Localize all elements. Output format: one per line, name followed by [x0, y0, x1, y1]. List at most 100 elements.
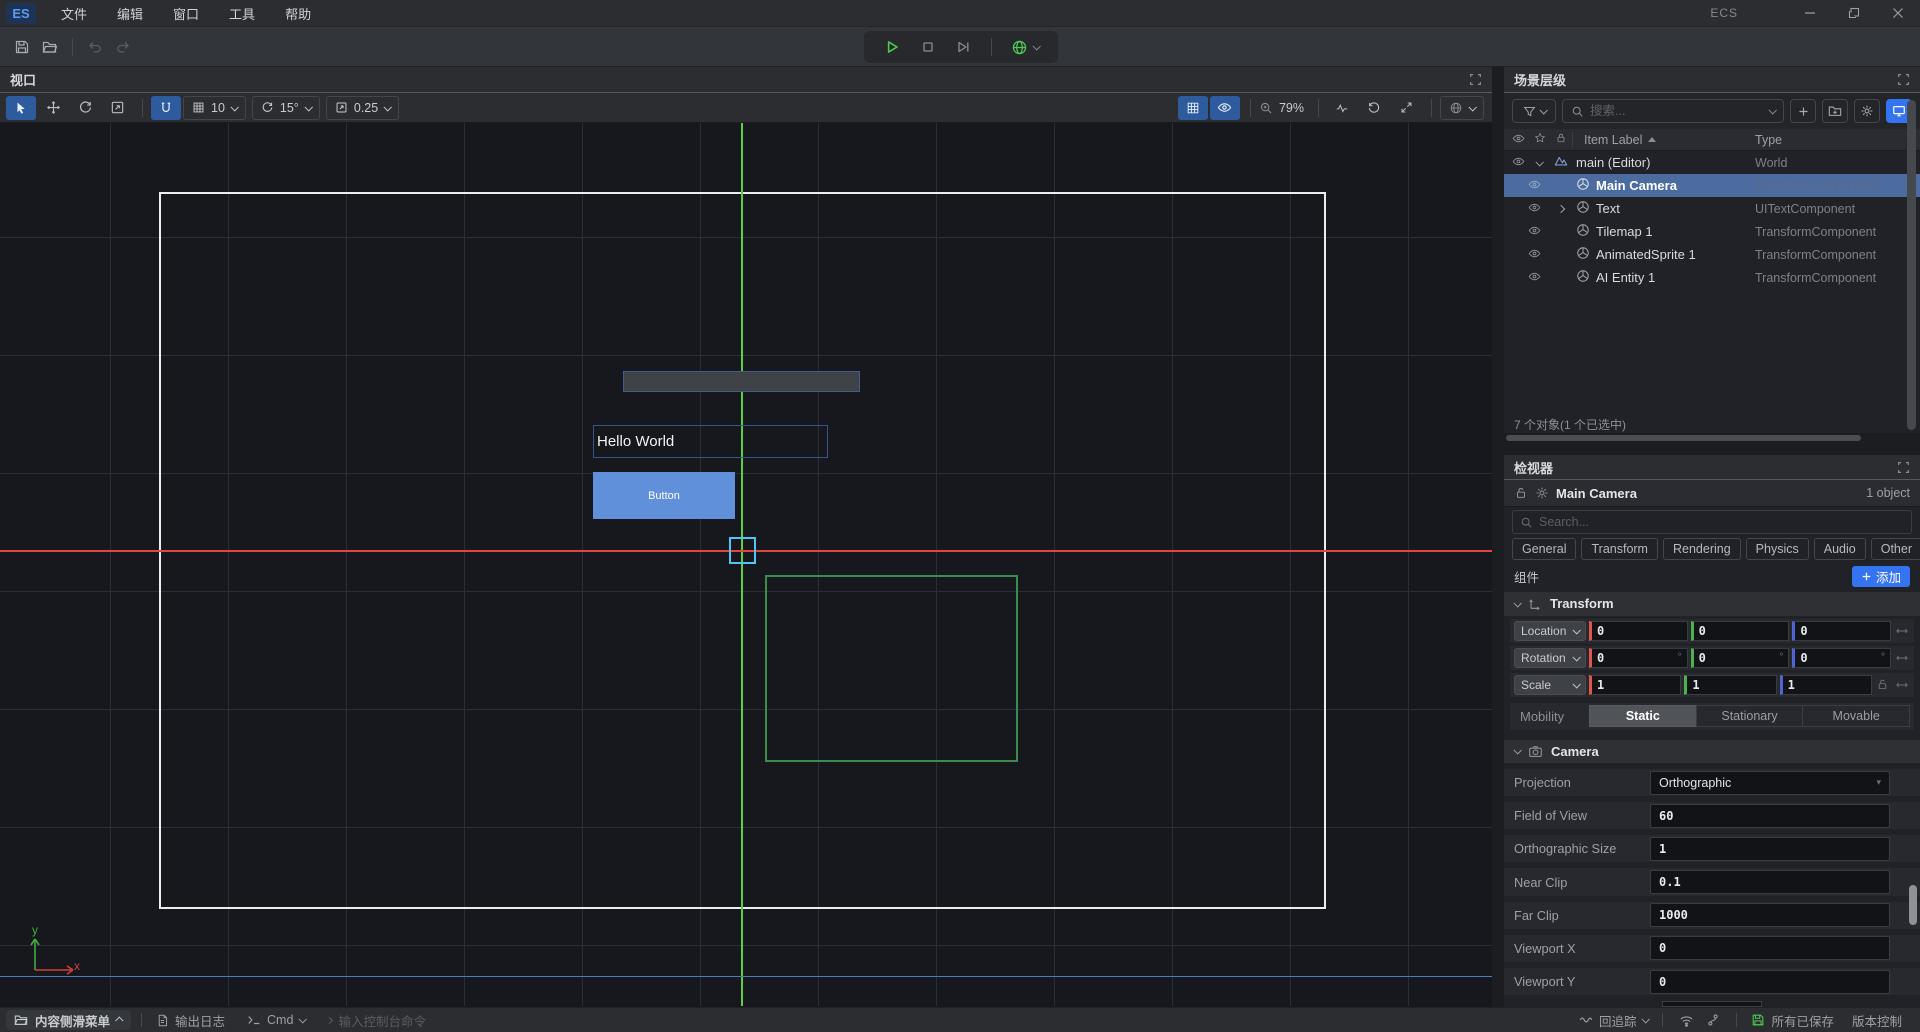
tree-row-ai-entity[interactable]: AI Entity 1 TransformComponent: [1504, 266, 1920, 289]
tree-row-main[interactable]: main (Editor) World: [1504, 151, 1920, 174]
viewport-y-input[interactable]: 0: [1650, 970, 1890, 994]
tree-row-tilemap[interactable]: Tilemap 1 TransformComponent: [1504, 220, 1920, 243]
gear-icon[interactable]: [1535, 486, 1549, 500]
scale-x-input[interactable]: 1: [1589, 675, 1681, 695]
inspector-search-input[interactable]: [1539, 515, 1904, 529]
projection-select[interactable]: Orthographic▾: [1650, 771, 1890, 795]
hierarchy-search[interactable]: [1562, 99, 1784, 123]
eye-icon[interactable]: [1528, 224, 1541, 240]
eye-icon[interactable]: [1528, 247, 1541, 263]
stop-icon[interactable]: [920, 39, 936, 55]
snap-toggle-button[interactable]: [151, 96, 181, 120]
far-clip-input[interactable]: 1000: [1650, 903, 1890, 927]
scene-ui-button[interactable]: Button: [593, 472, 735, 519]
menu-help[interactable]: 帮助: [270, 0, 326, 27]
output-log-button[interactable]: 输出日志: [152, 1011, 229, 1030]
link-values-icon[interactable]: [1894, 624, 1910, 638]
undo-icon[interactable]: [81, 34, 109, 60]
scale-z-input[interactable]: 1: [1780, 675, 1872, 695]
item-label-column[interactable]: Item Label: [1584, 133, 1656, 147]
rotation-z-input[interactable]: 0°: [1792, 648, 1891, 668]
ortho-size-input[interactable]: 1: [1650, 837, 1890, 861]
lock-open-icon[interactable]: [1514, 486, 1528, 500]
redo-icon[interactable]: [109, 34, 137, 60]
eye-column-icon[interactable]: [1512, 132, 1525, 148]
play-icon[interactable]: [883, 38, 901, 56]
minimize-button[interactable]: [1788, 0, 1832, 27]
save-icon[interactable]: [8, 34, 36, 60]
grid-snap-dropdown[interactable]: 10: [183, 96, 246, 120]
add-folder-button[interactable]: [1822, 99, 1848, 123]
tab-general[interactable]: General: [1512, 538, 1576, 560]
globe-run-mode-dropdown[interactable]: [1011, 39, 1039, 56]
inspector-vscrollbar[interactable]: [1909, 885, 1917, 925]
hierarchy-vscrollbar[interactable]: [1907, 100, 1916, 430]
hello-world-text-node[interactable]: Hello World: [593, 425, 828, 458]
transform-section-header[interactable]: Transform: [1504, 592, 1920, 615]
eye-icon[interactable]: [1528, 270, 1541, 286]
scale-tool-button[interactable]: [102, 96, 132, 120]
expand-panel-icon[interactable]: [1469, 73, 1482, 86]
zoom-percent[interactable]: 79%: [1279, 101, 1304, 115]
panel-splitter-vertical[interactable]: [1492, 67, 1504, 1007]
tree-row-main-camera[interactable]: Main Camera TransformComponent: [1504, 174, 1920, 197]
uniform-scale-lock-icon[interactable]: [1875, 678, 1891, 691]
panel-splitter-horizontal[interactable]: [1504, 443, 1920, 455]
hierarchy-hscrollbar[interactable]: [1504, 433, 1920, 443]
location-z-input[interactable]: 0: [1792, 621, 1891, 641]
selection-handle-box[interactable]: [729, 537, 756, 564]
add-component-button[interactable]: 添加: [1852, 566, 1910, 587]
wifi-icon[interactable]: [1679, 1013, 1694, 1028]
tab-rendering[interactable]: Rendering: [1663, 538, 1741, 560]
expand-chevron[interactable]: [1557, 204, 1565, 212]
mobility-movable[interactable]: Movable: [1802, 705, 1910, 727]
hierarchy-settings-button[interactable]: [1854, 99, 1880, 123]
trace-dropdown[interactable]: 回追踪: [1575, 1011, 1653, 1030]
near-clip-input[interactable]: 0.1: [1650, 870, 1890, 894]
close-button[interactable]: [1876, 0, 1920, 27]
select-tool-button[interactable]: [6, 96, 36, 120]
location-x-input[interactable]: 0: [1589, 621, 1688, 641]
fov-input[interactable]: 60: [1650, 804, 1890, 828]
link-values-icon[interactable]: [1894, 678, 1910, 692]
move-tool-button[interactable]: [38, 96, 68, 120]
reset-view-button[interactable]: [1359, 96, 1389, 120]
app-logo[interactable]: ES: [6, 3, 36, 24]
tree-row-animatedsprite[interactable]: AnimatedSprite 1 TransformComponent: [1504, 243, 1920, 266]
menu-edit[interactable]: 编辑: [102, 0, 158, 27]
expand-panel-icon[interactable]: [1897, 73, 1910, 86]
tab-other[interactable]: Other: [1871, 538, 1920, 560]
version-control-button[interactable]: 版本控制: [1848, 1011, 1906, 1030]
branch-icon[interactable]: [1706, 1013, 1720, 1027]
location-y-input[interactable]: 0: [1691, 621, 1790, 641]
rotation-y-input[interactable]: 0°: [1691, 648, 1790, 668]
console-command-input[interactable]: 输入控制台命令: [323, 1011, 430, 1030]
scale-snap-dropdown[interactable]: 0.25: [326, 96, 399, 120]
eye-icon[interactable]: [1512, 155, 1525, 171]
rotate-tool-button[interactable]: [70, 96, 100, 120]
tab-audio[interactable]: Audio: [1814, 538, 1866, 560]
rotation-x-input[interactable]: 0°: [1589, 648, 1688, 668]
tree-row-text[interactable]: Text UITextComponent: [1504, 197, 1920, 220]
filter-dropdown[interactable]: [1512, 99, 1556, 123]
ui-panel-bar[interactable]: [623, 371, 860, 392]
rotate-snap-dropdown[interactable]: 15°: [252, 96, 320, 120]
zoom-icon[interactable]: [1259, 101, 1273, 115]
rotation-dropdown[interactable]: Rotation: [1514, 648, 1586, 668]
cmd-dropdown[interactable]: Cmd: [243, 1013, 309, 1027]
step-icon[interactable]: [955, 39, 971, 55]
stats-button[interactable]: [1327, 96, 1357, 120]
tab-transform[interactable]: Transform: [1581, 538, 1658, 560]
mobility-static[interactable]: Static: [1589, 705, 1697, 727]
tab-physics[interactable]: Physics: [1746, 538, 1809, 560]
content-drawer-tab[interactable]: 内容侧滑菜单: [6, 1010, 131, 1030]
scene-canvas[interactable]: Hello World Button y x: [0, 123, 1492, 1006]
lock-column-icon[interactable]: [1555, 132, 1567, 147]
add-entity-button[interactable]: [1790, 99, 1816, 123]
menu-file[interactable]: 文件: [46, 0, 102, 27]
collapse-chevron[interactable]: [1535, 158, 1543, 166]
viewport-world-dropdown[interactable]: [1440, 96, 1484, 120]
maximize-button[interactable]: [1832, 0, 1876, 27]
save-status[interactable]: 所有已保存: [1747, 1011, 1838, 1030]
star-column-icon[interactable]: [1534, 132, 1546, 147]
